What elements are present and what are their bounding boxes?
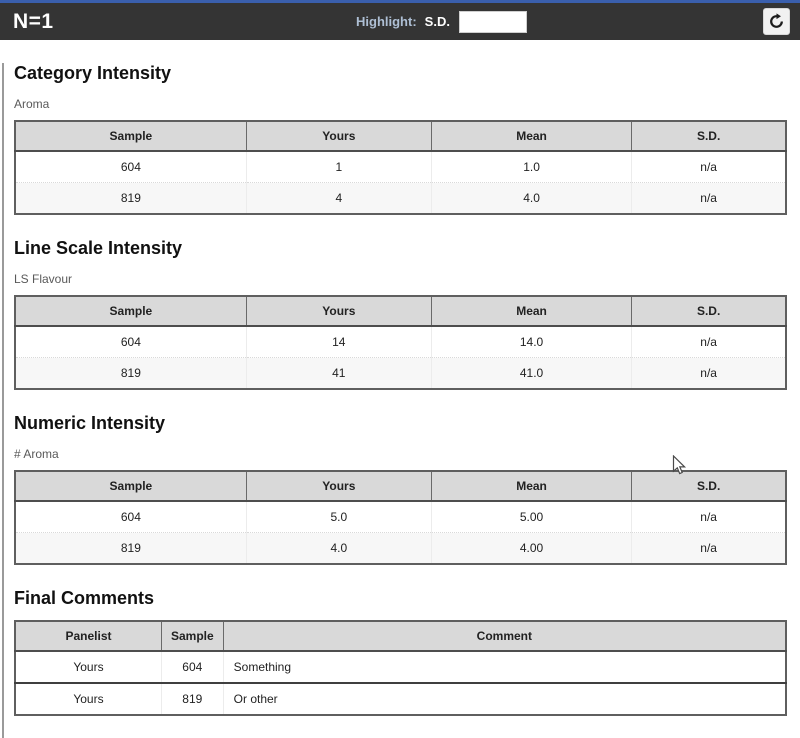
cell-sample: 819 (15, 182, 247, 214)
section-title: Final Comments (14, 588, 155, 608)
cell-mean: 5.00 (430, 501, 633, 533)
section-category-intensity: Category Intensity Aroma Sample Yours Me… (14, 63, 787, 215)
attribute-label: # Aroma (14, 447, 59, 461)
attribute-label: Aroma (14, 97, 50, 111)
content-area: Category Intensity Aroma Sample Yours Me… (2, 63, 800, 738)
sd-highlight-input[interactable] (458, 10, 527, 33)
table-header-row: Panelist Sample Comment (15, 621, 786, 652)
cell-sample: 604 (15, 501, 247, 533)
section-title: Numeric Intensity (14, 413, 166, 433)
table-row: Yours 604 Something (15, 651, 786, 683)
cell-yours: 41 (245, 357, 432, 389)
cell-panelist: Yours (15, 651, 162, 683)
table-row: 819 41 41.0 n/a (15, 357, 786, 389)
cell-mean: 41.0 (430, 357, 633, 389)
col-header-yours: Yours (245, 296, 432, 327)
table-header-row: Sample Yours Mean S.D. (15, 121, 786, 152)
cell-sample: 604 (15, 151, 247, 183)
col-header-panelist: Panelist (15, 621, 162, 652)
cell-mean: 14.0 (430, 326, 633, 358)
cell-sample: 819 (15, 532, 247, 564)
table-row: Yours 819 Or other (15, 682, 786, 715)
cell-mean: 4.00 (430, 532, 633, 564)
cell-sample: 604 (160, 651, 224, 683)
cell-sd: n/a (631, 326, 786, 358)
header-bar: N=1 Highlight: S.D. (0, 3, 800, 40)
numeric-intensity-table: Sample Yours Mean S.D. 604 5.0 5.00 n/a … (14, 470, 787, 565)
cell-comment: Or other (222, 682, 786, 715)
cell-mean: 4.0 (430, 182, 633, 214)
highlight-label: Highlight: (356, 14, 417, 29)
cell-sd: n/a (631, 151, 786, 183)
section-final-comments: Final Comments Panelist Sample Comment Y… (14, 588, 787, 716)
page-title: N=1 (13, 9, 54, 33)
table-header-row: Sample Yours Mean S.D. (15, 296, 786, 327)
col-header-mean: Mean (430, 296, 633, 327)
col-header-sample: Sample (15, 471, 247, 502)
section-numeric-intensity: Numeric Intensity # Aroma Sample Yours M… (14, 413, 787, 565)
cell-yours: 4 (245, 182, 432, 214)
col-header-sd: S.D. (631, 121, 786, 152)
cell-yours: 1 (245, 151, 432, 183)
cell-yours: 5.0 (245, 501, 432, 533)
cell-sd: n/a (631, 357, 786, 389)
refresh-icon (768, 13, 785, 30)
col-header-sample: Sample (15, 296, 247, 327)
cell-sample: 819 (15, 357, 247, 389)
table-row: 604 14 14.0 n/a (15, 326, 786, 358)
section-line-scale-intensity: Line Scale Intensity LS Flavour Sample Y… (14, 238, 787, 390)
table-row: 604 1 1.0 n/a (15, 151, 786, 183)
table-row: 604 5.0 5.00 n/a (15, 501, 786, 533)
cell-sample: 819 (160, 682, 224, 715)
highlight-controls: Highlight: S.D. (356, 3, 527, 40)
col-header-sd: S.D. (631, 471, 786, 502)
col-header-sd: S.D. (631, 296, 786, 327)
cell-panelist: Yours (15, 682, 162, 715)
sd-threshold-label: S.D. (424, 14, 450, 29)
cell-sd: n/a (631, 182, 786, 214)
col-header-sample: Sample (160, 621, 224, 652)
report-page: N=1 Highlight: S.D. Category Intensity A… (0, 0, 800, 738)
cell-sd: n/a (631, 501, 786, 533)
col-header-yours: Yours (245, 121, 432, 152)
col-header-mean: Mean (430, 471, 633, 502)
cell-yours: 4.0 (245, 532, 432, 564)
cell-mean: 1.0 (430, 151, 633, 183)
table-header-row: Sample Yours Mean S.D. (15, 471, 786, 502)
category-intensity-table: Sample Yours Mean S.D. 604 1 1.0 n/a 819 (14, 120, 787, 215)
refresh-button[interactable] (763, 8, 790, 35)
final-comments-table: Panelist Sample Comment Yours 604 Someth… (14, 620, 787, 716)
cell-sample: 604 (15, 326, 247, 358)
section-title: Category Intensity (14, 63, 172, 83)
col-header-mean: Mean (430, 121, 633, 152)
cell-sd: n/a (631, 532, 786, 564)
table-row: 819 4 4.0 n/a (15, 182, 786, 214)
col-header-comment: Comment (222, 621, 786, 652)
cell-comment: Something (222, 651, 786, 683)
table-row: 819 4.0 4.00 n/a (15, 532, 786, 564)
col-header-yours: Yours (245, 471, 432, 502)
col-header-sample: Sample (15, 121, 247, 152)
line-scale-intensity-table: Sample Yours Mean S.D. 604 14 14.0 n/a 8… (14, 295, 787, 390)
attribute-label: LS Flavour (14, 272, 73, 286)
cell-yours: 14 (245, 326, 432, 358)
section-title: Line Scale Intensity (14, 238, 183, 258)
